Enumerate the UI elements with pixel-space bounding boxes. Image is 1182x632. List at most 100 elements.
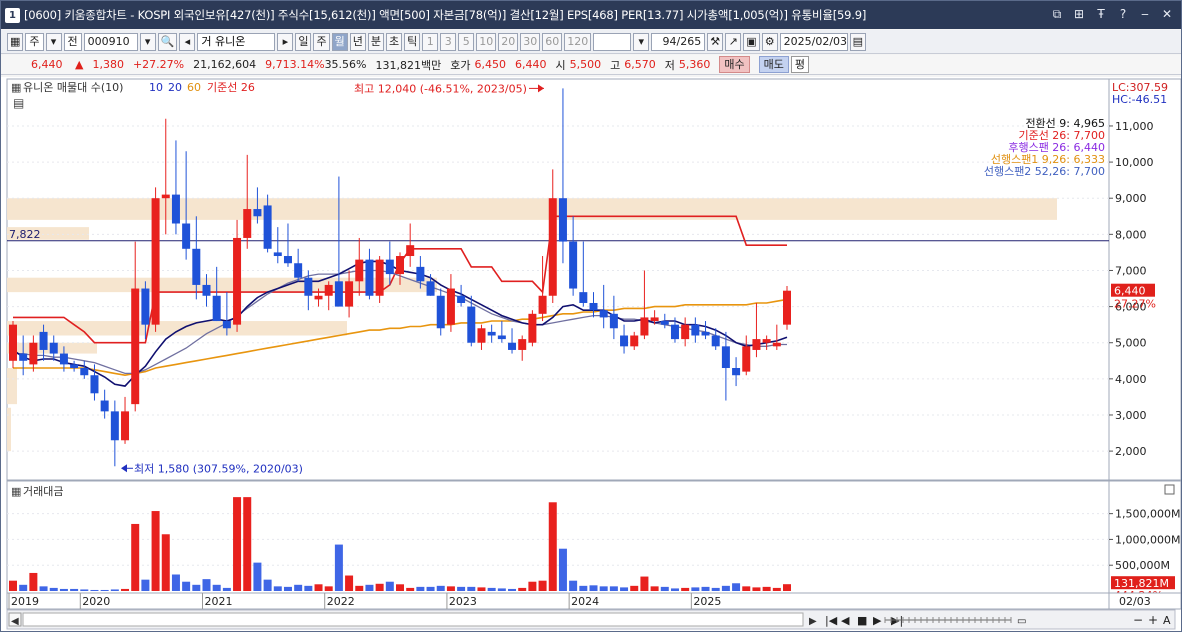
volume-bar[interactable] xyxy=(273,586,282,591)
candle-body[interactable] xyxy=(660,321,669,325)
volume-bar[interactable] xyxy=(497,588,506,591)
help-icon[interactable]: ? xyxy=(1115,6,1131,22)
volume-bar[interactable] xyxy=(721,585,730,591)
stock-name-field[interactable]: 거 유니온 xyxy=(197,32,276,51)
scroll-left-icon[interactable]: ◀ xyxy=(11,616,19,627)
candle-body[interactable] xyxy=(365,259,374,296)
period-unit-select[interactable]: 주 xyxy=(25,32,44,51)
candle-body[interactable] xyxy=(609,313,618,329)
font-icon[interactable]: A xyxy=(1163,614,1171,627)
candle-body[interactable] xyxy=(314,295,323,300)
count-dropdown-icon[interactable]: ▾ xyxy=(633,32,650,51)
volume-bar[interactable] xyxy=(365,584,374,591)
market-select[interactable]: 전 xyxy=(63,32,82,51)
candle-body[interactable] xyxy=(39,331,48,350)
candle-body[interactable] xyxy=(691,324,700,336)
candle-body[interactable] xyxy=(385,259,394,275)
candle-body[interactable] xyxy=(538,295,547,314)
candle-body[interactable] xyxy=(100,400,109,412)
volume-bar[interactable] xyxy=(630,585,639,591)
chart-type-icon[interactable]: ↗ xyxy=(725,32,742,51)
volume-bar[interactable] xyxy=(100,589,109,591)
tool-icon[interactable]: ⚒ xyxy=(707,32,724,51)
volume-bar[interactable] xyxy=(29,572,38,591)
candle-body[interactable] xyxy=(548,198,557,296)
candle-body[interactable] xyxy=(304,277,313,296)
period-month-button[interactable]: 월 xyxy=(331,32,348,51)
candle-body[interactable] xyxy=(131,288,140,405)
close-icon[interactable]: ✕ xyxy=(1159,6,1175,22)
settings-gear-icon[interactable]: ⚙ xyxy=(761,32,778,51)
candle-body[interactable] xyxy=(90,375,99,394)
first-icon[interactable]: |◀ xyxy=(825,614,838,627)
candle-body[interactable] xyxy=(273,252,282,257)
candle-body[interactable] xyxy=(497,335,506,340)
volume-bar[interactable] xyxy=(783,584,791,591)
count-10-button[interactable]: 10 xyxy=(476,32,497,51)
candle-body[interactable] xyxy=(426,281,435,296)
volume-bar[interactable] xyxy=(640,576,649,591)
volume-bar[interactable] xyxy=(477,587,486,591)
dropdown-icon[interactable]: ▾ xyxy=(45,32,62,51)
sell-button[interactable]: 매도 xyxy=(758,56,789,73)
candle-body[interactable] xyxy=(558,198,567,242)
volume-bar[interactable] xyxy=(283,586,292,591)
candle-body[interactable] xyxy=(59,353,68,365)
volume-bar[interactable] xyxy=(579,585,588,591)
range-display[interactable]: 94/265 xyxy=(651,32,706,51)
volume-bar[interactable] xyxy=(121,588,130,591)
volume-bar[interactable] xyxy=(548,502,557,591)
candle-body[interactable] xyxy=(508,342,517,350)
volume-bar[interactable] xyxy=(212,584,221,591)
chart-area[interactable]: 2,0003,0004,0005,0006,0007,0008,0009,000… xyxy=(1,77,1181,631)
buy-button[interactable]: 매수 xyxy=(719,56,750,73)
volume-bar[interactable] xyxy=(334,544,343,591)
volume-bar[interactable] xyxy=(711,587,720,591)
volume-bar[interactable] xyxy=(436,585,445,591)
candle-body[interactable] xyxy=(742,346,751,372)
average-button[interactable]: 평 xyxy=(790,56,809,73)
candle-body[interactable] xyxy=(732,368,741,376)
candle-body[interactable] xyxy=(294,263,303,278)
volume-bar[interactable] xyxy=(528,581,537,591)
restore-icon[interactable]: ⧉ xyxy=(1049,6,1065,22)
candle-body[interactable] xyxy=(589,302,598,311)
candle-body[interactable] xyxy=(222,321,231,329)
candle-body[interactable] xyxy=(324,284,333,296)
candle-body[interactable] xyxy=(599,310,608,318)
next-icon[interactable]: ▶ xyxy=(873,614,882,627)
candle-body[interactable] xyxy=(182,223,191,249)
count-60-button[interactable]: 60 xyxy=(542,32,563,51)
volume-panel[interactable]: ▦ 거래대금500,000M1,000,000M1,500,000M131,821… xyxy=(6,480,1181,602)
period-tick-button[interactable]: 틱 xyxy=(404,32,421,51)
volume-bar[interactable] xyxy=(609,586,618,591)
volume-bar[interactable] xyxy=(324,586,333,591)
volume-bar[interactable] xyxy=(110,589,119,591)
candle-body[interactable] xyxy=(487,331,496,336)
candle-body[interactable] xyxy=(406,245,415,257)
candle-body[interactable] xyxy=(436,295,445,329)
zoom-in-icon[interactable]: + xyxy=(1148,613,1158,627)
count-30-button[interactable]: 30 xyxy=(520,32,541,51)
count-120-button[interactable]: 120 xyxy=(564,32,592,51)
volume-bar[interactable] xyxy=(243,497,252,591)
candle-body[interactable] xyxy=(518,339,527,350)
volume-bar[interactable] xyxy=(345,575,354,591)
period-day-button[interactable]: 일 xyxy=(295,32,312,51)
candle-body[interactable] xyxy=(752,339,761,350)
period-minute-button[interactable]: 분 xyxy=(367,32,384,51)
volume-bar[interactable] xyxy=(681,587,690,591)
candle-body[interactable] xyxy=(528,313,537,343)
candle-body[interactable] xyxy=(212,295,221,322)
volume-bar[interactable] xyxy=(263,579,272,591)
candle-body[interactable] xyxy=(681,324,690,340)
volume-bar[interactable] xyxy=(701,586,710,591)
code-dropdown-icon[interactable]: ▾ xyxy=(139,32,156,51)
volume-panel-toggle-icon[interactable] xyxy=(1164,484,1175,495)
volume-bar[interactable] xyxy=(670,588,679,591)
count-1-button[interactable]: 1 xyxy=(422,32,439,51)
price-panel[interactable]: 2,0003,0004,0005,0006,0007,0008,0009,000… xyxy=(6,78,1181,481)
candle-body[interactable] xyxy=(772,342,781,347)
volume-bar[interactable] xyxy=(39,586,48,591)
candle-body[interactable] xyxy=(121,411,130,441)
